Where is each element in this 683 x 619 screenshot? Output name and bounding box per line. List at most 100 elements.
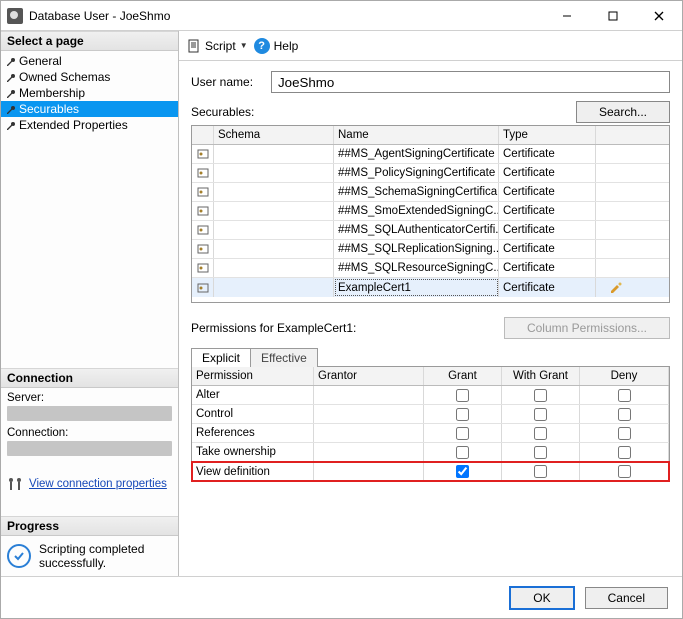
cell-permission: References <box>192 424 314 442</box>
grant-checkbox[interactable] <box>456 427 469 440</box>
wrench-icon <box>5 72 17 84</box>
user-name-label: User name: <box>191 75 271 89</box>
page-item-extended-properties[interactable]: Extended Properties <box>1 117 178 133</box>
user-name-field[interactable] <box>271 71 670 93</box>
deny-checkbox[interactable] <box>618 408 631 421</box>
with-grant-checkbox[interactable] <box>534 408 547 421</box>
with-grant-checkbox[interactable] <box>534 427 547 440</box>
permission-row[interactable]: Take ownership <box>192 443 669 462</box>
connection-properties-icon <box>7 476 23 492</box>
cell-permission: Control <box>192 405 314 423</box>
cell-type: Certificate <box>499 240 596 258</box>
securable-row[interactable]: ##MS_SQLReplicationSigning...Certificate <box>192 240 669 259</box>
certificate-icon <box>192 145 214 163</box>
securable-row[interactable]: ##MS_SQLResourceSigningC...Certificate <box>192 259 669 278</box>
cell-grantor <box>314 424 424 442</box>
cell-type: Certificate <box>499 164 596 182</box>
wrench-icon <box>5 56 17 68</box>
deny-checkbox[interactable] <box>618 465 631 478</box>
script-button[interactable]: Script ▼ <box>187 39 248 53</box>
cell-edit[interactable] <box>596 221 636 239</box>
titlebar: Database User - JoeShmo <box>1 1 682 31</box>
permissions-for-label: Permissions for ExampleCert1: <box>191 321 504 335</box>
grant-checkbox[interactable] <box>456 408 469 421</box>
page-item-label: Owned Schemas <box>19 70 110 84</box>
permission-row[interactable]: Alter <box>192 386 669 405</box>
securable-row[interactable]: ##MS_PolicySigningCertificateCertificate <box>192 164 669 183</box>
col-schema[interactable]: Schema <box>214 126 334 144</box>
script-icon <box>187 39 201 53</box>
cell-schema <box>214 221 334 239</box>
col-type[interactable]: Type <box>499 126 596 144</box>
connection-header: Connection <box>1 368 178 388</box>
deny-checkbox[interactable] <box>618 446 631 459</box>
with-grant-checkbox[interactable] <box>534 465 547 478</box>
securable-row[interactable]: ExampleCert1Certificate <box>192 278 669 297</box>
tab-effective[interactable]: Effective <box>250 348 318 367</box>
cell-schema <box>214 202 334 220</box>
cell-schema <box>214 259 334 277</box>
page-item-general[interactable]: General <box>1 53 178 69</box>
col-name[interactable]: Name <box>334 126 499 144</box>
grant-checkbox[interactable] <box>456 446 469 459</box>
ok-button[interactable]: OK <box>509 586 574 610</box>
with-grant-checkbox[interactable] <box>534 446 547 459</box>
securable-row[interactable]: ##MS_SchemaSigningCertifica...Certificat… <box>192 183 669 202</box>
cell-type: Certificate <box>499 145 596 163</box>
maximize-button[interactable] <box>590 1 636 31</box>
cell-edit[interactable] <box>596 278 636 297</box>
connection-value <box>7 441 172 456</box>
cell-type: Certificate <box>499 278 596 297</box>
help-button[interactable]: ? Help <box>254 38 299 54</box>
grant-checkbox[interactable] <box>456 389 469 402</box>
view-connection-properties-link[interactable]: View connection properties <box>29 478 167 490</box>
securables-grid[interactable]: Schema Name Type ##MS_AgentSigningCertif… <box>191 125 670 303</box>
col-grantor[interactable]: Grantor <box>314 367 424 385</box>
col-permission[interactable]: Permission <box>192 367 314 385</box>
permission-row[interactable]: Control <box>192 405 669 424</box>
securable-row[interactable]: ##MS_AgentSigningCertificateCertificate <box>192 145 669 164</box>
tab-explicit[interactable]: Explicit <box>191 348 251 367</box>
cell-permission: Take ownership <box>192 443 314 461</box>
with-grant-checkbox[interactable] <box>534 389 547 402</box>
page-item-securables[interactable]: Securables <box>1 101 178 117</box>
deny-checkbox[interactable] <box>618 427 631 440</box>
cell-permission: Alter <box>192 386 314 404</box>
cell-edit[interactable] <box>596 240 636 258</box>
securable-row[interactable]: ##MS_SmoExtendedSigningC...Certificate <box>192 202 669 221</box>
col-deny[interactable]: Deny <box>580 367 669 385</box>
right-panel: Script ▼ ? Help User name: Securables: S… <box>179 31 682 576</box>
page-item-owned-schemas[interactable]: Owned Schemas <box>1 69 178 85</box>
script-label: Script <box>205 39 236 53</box>
connection-block: Server: Connection: <box>1 388 178 474</box>
cancel-button[interactable]: Cancel <box>585 587 668 609</box>
help-icon: ? <box>254 38 270 54</box>
grant-checkbox[interactable] <box>456 465 469 478</box>
deny-checkbox[interactable] <box>618 389 631 402</box>
connection-label: Connection: <box>7 427 172 439</box>
close-button[interactable] <box>636 1 682 31</box>
col-grant[interactable]: Grant <box>424 367 502 385</box>
cell-edit[interactable] <box>596 259 636 277</box>
securable-row[interactable]: ##MS_SQLAuthenticatorCertifi...Certifica… <box>192 221 669 240</box>
minimize-button[interactable] <box>544 1 590 31</box>
page-item-membership[interactable]: Membership <box>1 85 178 101</box>
cell-edit[interactable] <box>596 202 636 220</box>
cell-edit[interactable] <box>596 145 636 163</box>
database-user-icon <box>7 8 23 24</box>
progress-block: Scripting completed successfully. <box>1 536 178 576</box>
permission-row[interactable]: View definition <box>192 462 669 481</box>
certificate-icon <box>192 240 214 258</box>
script-dropdown-icon[interactable]: ▼ <box>240 41 248 50</box>
cell-edit[interactable] <box>596 183 636 201</box>
cell-type: Certificate <box>499 202 596 220</box>
cell-edit[interactable] <box>596 164 636 182</box>
progress-header: Progress <box>1 516 178 536</box>
certificate-icon <box>192 183 214 201</box>
col-with-grant[interactable]: With Grant <box>502 367 580 385</box>
permission-row[interactable]: References <box>192 424 669 443</box>
cell-grantor <box>314 386 424 404</box>
permissions-grid[interactable]: Permission Grantor Grant With Grant Deny… <box>191 366 670 482</box>
page-item-label: Membership <box>19 86 85 100</box>
search-button[interactable]: Search... <box>576 101 670 123</box>
